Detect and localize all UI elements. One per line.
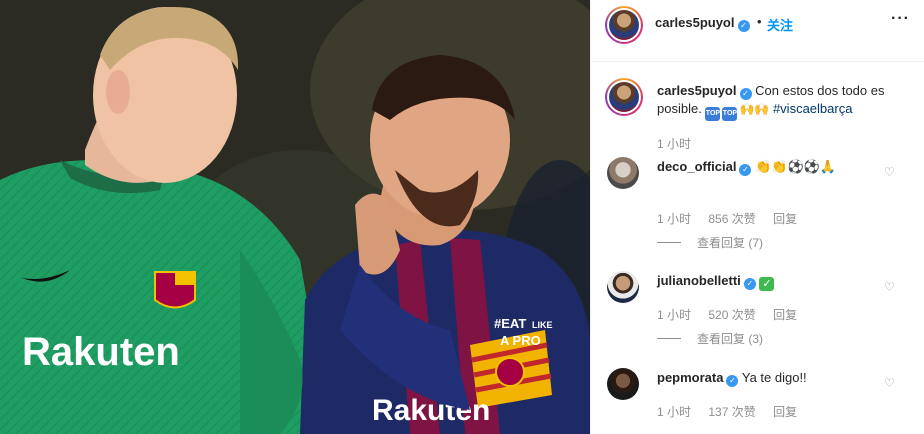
comment-likes[interactable]: 856 次赞 bbox=[708, 212, 755, 226]
comment-username[interactable]: deco_official bbox=[657, 159, 736, 174]
caption-username[interactable]: carles5puyol bbox=[657, 83, 737, 98]
view-replies-label[interactable]: 查看回复 (3) bbox=[697, 332, 763, 346]
verified-badge-icon: ✓ bbox=[743, 278, 756, 290]
comment-meta: 1 小时 856 次赞 回复 bbox=[657, 210, 811, 227]
like-comment-heart-icon[interactable]: ♡ bbox=[884, 165, 895, 179]
view-replies-label[interactable]: 查看回复 (7) bbox=[697, 236, 763, 250]
post-side-panel: carles5puyol ✓ • 关注 ··· carles5puyol ✓ Con… bbox=[590, 0, 924, 434]
replies-divider-line bbox=[657, 242, 681, 243]
like-comment-heart-icon[interactable]: ♡ bbox=[884, 280, 895, 294]
photo-illustration: Rakuten #EAT LIKE A PRO Rakuten bbox=[0, 0, 590, 434]
comment-reply-button[interactable]: 回复 bbox=[773, 212, 797, 226]
verified-badge-icon: ✓ bbox=[726, 375, 739, 387]
comment-likes[interactable]: 520 次赞 bbox=[708, 308, 755, 322]
comment-meta: 1 小时 520 次赞 回复 bbox=[657, 306, 811, 323]
verified-badge-icon: ✓ bbox=[739, 88, 752, 100]
top-emoji-icon: TOP bbox=[705, 107, 721, 121]
check-mark-emoji: ✓ bbox=[759, 277, 775, 291]
sleeve-text-2: LIKE bbox=[532, 320, 553, 330]
view-replies-button[interactable]: 查看回复 (3) bbox=[657, 330, 763, 347]
comment-pepmorata: pepmorata ✓ Ya te digo!! bbox=[657, 369, 877, 387]
post-caption: carles5puyol ✓ Con estos dos todo es posi… bbox=[657, 82, 915, 121]
like-comment-heart-icon[interactable]: ♡ bbox=[884, 376, 895, 390]
caption-timestamp: 1 小时 bbox=[657, 137, 692, 151]
post-header: carles5puyol ✓ • 关注 ··· bbox=[591, 0, 924, 62]
comment-text: Ya te digo!! bbox=[741, 370, 807, 385]
caption-author-avatar[interactable] bbox=[605, 78, 643, 116]
hashtag-link[interactable]: #viscaelbarça bbox=[773, 101, 853, 116]
comment-avatar-pepmorata[interactable] bbox=[607, 368, 639, 400]
author-username-text[interactable]: carles5puyol bbox=[655, 15, 735, 30]
view-replies-button[interactable]: 查看回复 (7) bbox=[657, 234, 763, 251]
comment-username[interactable]: pepmorata bbox=[657, 370, 723, 385]
comment-time: 1 小时 bbox=[657, 212, 692, 226]
comment-reply-button[interactable]: 回复 bbox=[773, 308, 797, 322]
replies-divider-line bbox=[657, 338, 681, 339]
caption-time: 1 小时 bbox=[657, 135, 705, 152]
comment-time: 1 小时 bbox=[657, 308, 692, 322]
author-username[interactable]: carles5puyol ✓ bbox=[655, 15, 750, 32]
more-horizontal-icon[interactable]: ··· bbox=[891, 10, 910, 28]
top-emoji-icon: TOP bbox=[722, 107, 738, 121]
separator-dot: • bbox=[757, 14, 762, 29]
comment-text: 👏👏⚽⚽🙏 bbox=[755, 159, 837, 174]
comment-reply-button[interactable]: 回复 bbox=[773, 405, 797, 419]
comment-time: 1 小时 bbox=[657, 405, 692, 419]
sleeve-text-3: A PRO bbox=[500, 333, 541, 348]
verified-badge-icon: ✓ bbox=[739, 164, 752, 176]
comment-deco: deco_official ✓ 👏👏⚽⚽🙏 bbox=[657, 158, 877, 176]
comment-likes[interactable]: 137 次赞 bbox=[708, 405, 755, 419]
follow-button[interactable]: 关注 bbox=[767, 15, 793, 34]
comment-juliano: julianobelletti ✓ ✓ bbox=[657, 272, 877, 291]
comment-avatar-juliano[interactable] bbox=[607, 271, 639, 303]
comment-avatar-deco[interactable] bbox=[607, 157, 639, 189]
sleeve-text-1: #EAT bbox=[494, 316, 526, 331]
raised-hands-emoji: 🙌🙌 bbox=[739, 102, 770, 116]
author-avatar[interactable] bbox=[605, 6, 643, 44]
post-photo[interactable]: Rakuten #EAT LIKE A PRO Rakuten bbox=[0, 0, 590, 434]
sponsor-text-front: Rakuten bbox=[22, 330, 180, 374]
comment-meta: 1 小时 137 次赞 回复 bbox=[657, 403, 811, 420]
verified-badge-icon: ✓ bbox=[737, 20, 750, 32]
comment-username[interactable]: julianobelletti bbox=[657, 273, 741, 288]
